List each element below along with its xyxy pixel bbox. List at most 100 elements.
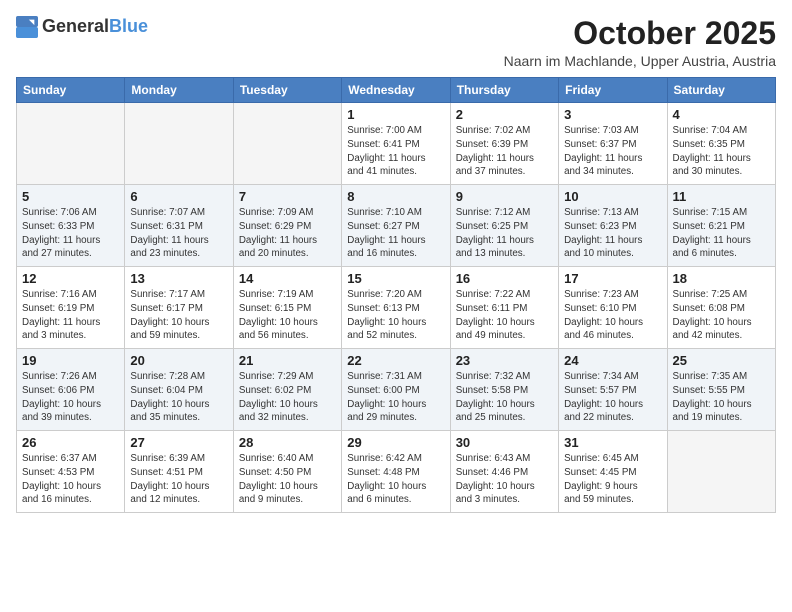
weekday-header-wednesday: Wednesday — [342, 78, 450, 103]
day-info: Sunrise: 7:07 AM Sunset: 6:31 PM Dayligh… — [130, 206, 227, 261]
day-info: Sunrise: 7:25 AM Sunset: 6:08 PM Dayligh… — [673, 288, 770, 343]
day-number: 21 — [239, 353, 336, 368]
logo-general-text: General — [42, 17, 109, 37]
day-info: Sunrise: 6:37 AM Sunset: 4:53 PM Dayligh… — [22, 452, 119, 507]
day-number: 16 — [456, 271, 553, 286]
calendar-cell: 19Sunrise: 7:26 AM Sunset: 6:06 PM Dayli… — [17, 349, 125, 431]
weekday-header-sunday: Sunday — [17, 78, 125, 103]
weekday-header-saturday: Saturday — [667, 78, 775, 103]
calendar-cell: 10 Sunrise: 7:13 AM Sunset: 6:23 PM Dayli… — [559, 185, 667, 267]
calendar-cell: 17Sunrise: 7:23 AM Sunset: 6:10 PM Dayli… — [559, 267, 667, 349]
day-info: Sunrise: 7:09 AM Sunset: 6:29 PM Dayligh… — [239, 206, 336, 261]
day-info: Sunrise: 7:32 AM Sunset: 5:58 PM Dayligh… — [456, 370, 553, 425]
day-info: Sunrise: 7:28 AM Sunset: 6:04 PM Dayligh… — [130, 370, 227, 425]
weekday-header-tuesday: Tuesday — [233, 78, 341, 103]
calendar-cell: 22 Sunrise: 7:31 AM Sunset: 6:00 PM Dayli… — [342, 349, 450, 431]
day-number: 20 — [130, 353, 227, 368]
calendar-week-row: 1 Sunrise: 7:00 AM Sunset: 6:41 PM Daylig… — [17, 103, 776, 185]
day-info: Sunrise: 7:26 AM Sunset: 6:06 PM Dayligh… — [22, 370, 119, 425]
day-info: Sunrise: 7:35 AM Sunset: 5:55 PM Dayligh… — [673, 370, 770, 425]
day-info: Sunrise: 6:45 AM Sunset: 4:45 PM Dayligh… — [564, 452, 661, 507]
logo: General Blue — [16, 16, 148, 38]
weekday-header-row: SundayMondayTuesdayWednesdayThursdayFrid… — [17, 78, 776, 103]
calendar-cell: 5Sunrise: 7:06 AM Sunset: 6:33 PM Daylig… — [17, 185, 125, 267]
day-info: Sunrise: 7:15 AM Sunset: 6:21 PM Dayligh… — [673, 206, 770, 261]
day-info: Sunrise: 7:13 AM Sunset: 6:23 PM Dayligh… — [564, 206, 661, 261]
day-number: 1 — [347, 107, 444, 122]
day-info: Sunrise: 7:06 AM Sunset: 6:33 PM Dayligh… — [22, 206, 119, 261]
day-number: 2 — [456, 107, 553, 122]
calendar-cell: 7 Sunrise: 7:09 AM Sunset: 6:29 PM Daylig… — [233, 185, 341, 267]
day-number: 3 — [564, 107, 661, 122]
day-number: 22 — [347, 353, 444, 368]
logo-blue-text: Blue — [109, 17, 148, 37]
day-number: 10 — [564, 189, 661, 204]
day-number: 13 — [130, 271, 227, 286]
calendar-cell: 9 Sunrise: 7:12 AM Sunset: 6:25 PM Daylig… — [450, 185, 558, 267]
calendar-cell: 30 Sunrise: 6:43 AM Sunset: 4:46 PM Dayli… — [450, 431, 558, 513]
calendar-table: SundayMondayTuesdayWednesdayThursdayFrid… — [16, 77, 776, 513]
calendar-cell: 8Sunrise: 7:10 AM Sunset: 6:27 PM Daylig… — [342, 185, 450, 267]
calendar-cell: 11 Sunrise: 7:15 AM Sunset: 6:21 PM Dayli… — [667, 185, 775, 267]
calendar-week-row: 26 Sunrise: 6:37 AM Sunset: 4:53 PM Dayli… — [17, 431, 776, 513]
calendar-cell: 26 Sunrise: 6:37 AM Sunset: 4:53 PM Dayli… — [17, 431, 125, 513]
calendar-cell: 23 Sunrise: 7:32 AM Sunset: 5:58 PM Dayli… — [450, 349, 558, 431]
day-number: 30 — [456, 435, 553, 450]
location-title: Naarn im Machlande, Upper Austria, Austr… — [504, 53, 776, 69]
day-number: 31 — [564, 435, 661, 450]
day-info: Sunrise: 7:02 AM Sunset: 6:39 PM Dayligh… — [456, 124, 553, 179]
title-area: October 2025 Naarn im Machlande, Upper A… — [504, 16, 776, 69]
weekday-header-friday: Friday — [559, 78, 667, 103]
day-info: Sunrise: 6:39 AM Sunset: 4:51 PM Dayligh… — [130, 452, 227, 507]
header: General Blue October 2025 Naarn im Machl… — [16, 16, 776, 69]
day-info: Sunrise: 7:12 AM Sunset: 6:25 PM Dayligh… — [456, 206, 553, 261]
day-number: 26 — [22, 435, 119, 450]
day-number: 23 — [456, 353, 553, 368]
calendar-cell: 1 Sunrise: 7:00 AM Sunset: 6:41 PM Daylig… — [342, 103, 450, 185]
calendar-cell — [667, 431, 775, 513]
day-info: Sunrise: 7:29 AM Sunset: 6:02 PM Dayligh… — [239, 370, 336, 425]
day-info: Sunrise: 6:40 AM Sunset: 4:50 PM Dayligh… — [239, 452, 336, 507]
calendar-cell: 2 Sunrise: 7:02 AM Sunset: 6:39 PM Daylig… — [450, 103, 558, 185]
day-number: 29 — [347, 435, 444, 450]
calendar-cell: 6Sunrise: 7:07 AM Sunset: 6:31 PM Daylig… — [125, 185, 233, 267]
day-number: 12 — [22, 271, 119, 286]
calendar-cell: 3 Sunrise: 7:03 AM Sunset: 6:37 PM Daylig… — [559, 103, 667, 185]
day-info: Sunrise: 7:31 AM Sunset: 6:00 PM Dayligh… — [347, 370, 444, 425]
day-info: Sunrise: 6:43 AM Sunset: 4:46 PM Dayligh… — [456, 452, 553, 507]
calendar-cell: 16Sunrise: 7:22 AM Sunset: 6:11 PM Dayli… — [450, 267, 558, 349]
calendar-week-row: 5Sunrise: 7:06 AM Sunset: 6:33 PM Daylig… — [17, 185, 776, 267]
calendar-cell — [17, 103, 125, 185]
calendar-cell: 15 Sunrise: 7:20 AM Sunset: 6:13 PM Dayli… — [342, 267, 450, 349]
calendar-cell: 29Sunrise: 6:42 AM Sunset: 4:48 PM Dayli… — [342, 431, 450, 513]
day-number: 9 — [456, 189, 553, 204]
weekday-header-thursday: Thursday — [450, 78, 558, 103]
day-info: Sunrise: 7:10 AM Sunset: 6:27 PM Dayligh… — [347, 206, 444, 261]
day-info: Sunrise: 7:20 AM Sunset: 6:13 PM Dayligh… — [347, 288, 444, 343]
day-number: 25 — [673, 353, 770, 368]
calendar-cell — [233, 103, 341, 185]
day-number: 24 — [564, 353, 661, 368]
calendar-cell: 27 Sunrise: 6:39 AM Sunset: 4:51 PM Dayli… — [125, 431, 233, 513]
calendar-cell — [125, 103, 233, 185]
day-info: Sunrise: 7:19 AM Sunset: 6:15 PM Dayligh… — [239, 288, 336, 343]
day-info: Sunrise: 7:17 AM Sunset: 6:17 PM Dayligh… — [130, 288, 227, 343]
day-number: 18 — [673, 271, 770, 286]
day-number: 4 — [673, 107, 770, 122]
calendar-week-row: 12Sunrise: 7:16 AM Sunset: 6:19 PM Dayli… — [17, 267, 776, 349]
calendar-cell: 24 Sunrise: 7:34 AM Sunset: 5:57 PM Dayli… — [559, 349, 667, 431]
day-info: Sunrise: 7:04 AM Sunset: 6:35 PM Dayligh… — [673, 124, 770, 179]
calendar-cell: 12Sunrise: 7:16 AM Sunset: 6:19 PM Dayli… — [17, 267, 125, 349]
day-number: 27 — [130, 435, 227, 450]
calendar-cell: 18 Sunrise: 7:25 AM Sunset: 6:08 PM Dayli… — [667, 267, 775, 349]
day-number: 15 — [347, 271, 444, 286]
day-info: Sunrise: 7:00 AM Sunset: 6:41 PM Dayligh… — [347, 124, 444, 179]
calendar-cell: 13 Sunrise: 7:17 AM Sunset: 6:17 PM Dayli… — [125, 267, 233, 349]
day-number: 14 — [239, 271, 336, 286]
day-info: Sunrise: 7:34 AM Sunset: 5:57 PM Dayligh… — [564, 370, 661, 425]
day-number: 28 — [239, 435, 336, 450]
day-number: 11 — [673, 189, 770, 204]
calendar-cell: 28 Sunrise: 6:40 AM Sunset: 4:50 PM Dayli… — [233, 431, 341, 513]
day-number: 7 — [239, 189, 336, 204]
day-info: Sunrise: 7:03 AM Sunset: 6:37 PM Dayligh… — [564, 124, 661, 179]
